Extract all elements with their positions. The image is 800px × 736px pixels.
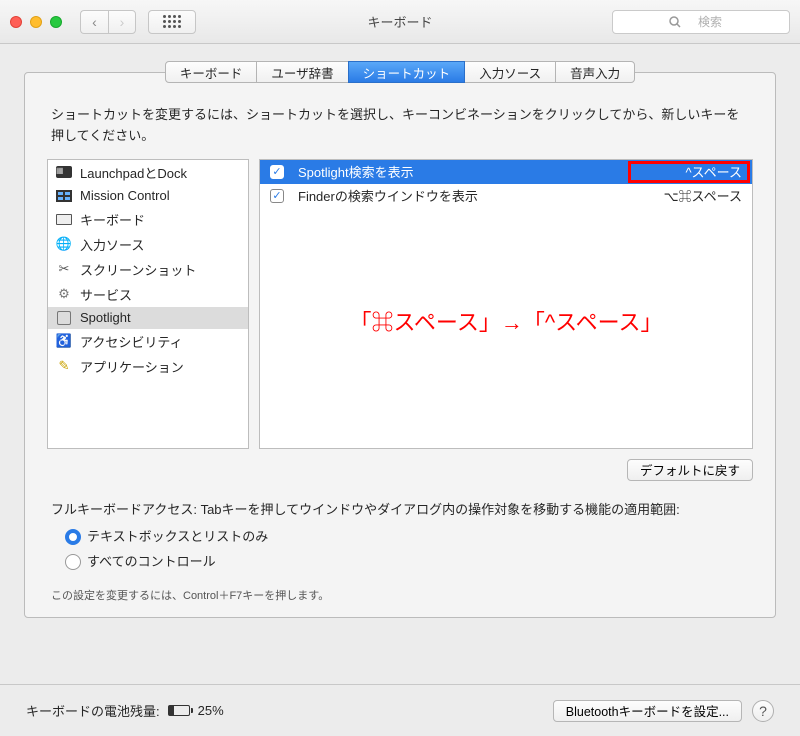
category-list[interactable]: ▦ LaunchpadとDock Mission Control キーボード 🌐 入…	[47, 159, 249, 449]
category-accessibility[interactable]: ♿ アクセシビリティ	[48, 329, 248, 354]
tab-bar: キーボード ユーザ辞書 ショートカット 入力ソース 音声入力	[25, 61, 775, 83]
spotlight-icon	[57, 311, 71, 325]
show-all-button[interactable]	[148, 10, 196, 34]
category-mission[interactable]: Mission Control	[48, 185, 248, 207]
restore-defaults-button[interactable]: デフォルトに戻す	[627, 459, 753, 481]
shortcut-keys[interactable]: ⌥⌘スペース	[654, 186, 742, 205]
description-text: ショートカットを変更するには、ショートカットを選択し、キーコンビネーションをクリ…	[25, 83, 775, 159]
kb-access-section: フルキーボードアクセス: Tabキーを押してウインドウやダイアログ内の操作対象を…	[25, 481, 775, 583]
battery-percent: 25%	[198, 703, 224, 718]
input-icon: 🌐	[56, 236, 72, 252]
radio-button[interactable]	[65, 529, 81, 545]
tab-keyboard[interactable]: キーボード	[165, 61, 258, 83]
close-icon[interactable]	[10, 16, 22, 28]
mission-icon	[56, 190, 72, 202]
accessibility-icon: ♿	[56, 333, 72, 349]
category-services[interactable]: ⚙ サービス	[48, 282, 248, 307]
category-keyboard[interactable]: キーボード	[48, 207, 248, 232]
keyboard-icon	[56, 214, 72, 225]
back-button[interactable]: ‹	[80, 10, 108, 34]
category-app[interactable]: ✎ アプリケーション	[48, 354, 248, 379]
footer: キーボードの電池残量: 25% Bluetoothキーボードを設定... ?	[0, 684, 800, 736]
category-label: Mission Control	[80, 188, 170, 203]
restore-row: デフォルトに戻す	[25, 449, 775, 481]
shortcut-label: Spotlight検索を表示	[298, 162, 675, 181]
shortcut-row[interactable]: ✓ Finderの検索ウインドウを表示 ⌥⌘スペース	[260, 184, 752, 208]
main-panel: キーボード ユーザ辞書 ショートカット 入力ソース 音声入力 ショートカットを変…	[24, 72, 776, 618]
forward-button[interactable]: ›	[108, 10, 136, 34]
tab-dictation[interactable]: 音声入力	[555, 61, 635, 83]
category-screenshot[interactable]: ✂ スクリーンショット	[48, 257, 248, 282]
category-label: スクリーンショット	[80, 260, 196, 279]
nav-buttons: ‹ ›	[80, 10, 136, 34]
battery-status: キーボードの電池残量: 25%	[26, 701, 224, 720]
tab-userdict[interactable]: ユーザ辞書	[256, 61, 348, 83]
category-label: Spotlight	[80, 310, 131, 325]
battery-icon	[168, 705, 190, 716]
checkbox[interactable]: ✓	[270, 165, 284, 179]
help-button[interactable]: ?	[752, 700, 774, 722]
app-icon: ✎	[56, 358, 72, 374]
shortcut-label: Finderの検索ウインドウを表示	[298, 186, 654, 205]
radio-button[interactable]	[65, 554, 81, 570]
category-label: アプリケーション	[80, 357, 184, 376]
zoom-icon[interactable]	[50, 16, 62, 28]
kb-access-hint: この設定を変更するには、Control＋F7キーを押します。	[25, 583, 775, 603]
screenshot-icon: ✂	[56, 261, 72, 277]
kb-access-label: フルキーボードアクセス: Tabキーを押してウインドウやダイアログ内の操作対象を…	[51, 499, 749, 520]
shortcut-list[interactable]: ✓ Spotlight検索を表示 ^スペース ✓ Finderの検索ウインドウを…	[259, 159, 753, 449]
annotation-text: 「⌘スペース」→「^スペース」	[260, 305, 752, 337]
category-input[interactable]: 🌐 入力ソース	[48, 232, 248, 257]
radio-allcontrols[interactable]: すべてのコントロール	[65, 551, 749, 572]
category-label: 入力ソース	[80, 235, 144, 254]
window-controls	[10, 16, 62, 28]
split-view: ▦ LaunchpadとDock Mission Control キーボード 🌐 入…	[25, 159, 775, 449]
radio-label: すべてのコントロール	[87, 551, 216, 572]
category-launchpad[interactable]: ▦ LaunchpadとDock	[48, 160, 248, 185]
radio-group: テキストボックスとリストのみ すべてのコントロール	[51, 526, 749, 573]
category-label: アクセシビリティ	[80, 332, 183, 351]
minimize-icon[interactable]	[30, 16, 42, 28]
search-input[interactable]	[612, 10, 790, 34]
category-label: キーボード	[80, 210, 145, 229]
checkbox[interactable]: ✓	[270, 189, 284, 203]
battery-label-text: キーボードの電池残量:	[26, 701, 160, 720]
category-spotlight[interactable]: Spotlight	[48, 307, 248, 329]
radio-textboxes[interactable]: テキストボックスとリストのみ	[65, 526, 749, 547]
window-title: キーボード	[367, 12, 432, 31]
category-label: LaunchpadとDock	[80, 163, 187, 182]
category-label: サービス	[80, 285, 132, 304]
tab-shortcuts[interactable]: ショートカット	[348, 61, 466, 83]
tab-inputsources[interactable]: 入力ソース	[464, 61, 556, 83]
radio-label: テキストボックスとリストのみ	[87, 526, 268, 547]
titlebar: ‹ › キーボード	[0, 0, 800, 44]
search-wrap	[612, 10, 790, 34]
bluetooth-setup-button[interactable]: Bluetoothキーボードを設定...	[553, 700, 742, 722]
launchpad-icon: ▦	[56, 166, 72, 178]
grid-icon	[163, 15, 181, 28]
footer-right: Bluetoothキーボードを設定... ?	[553, 700, 774, 722]
annotation-highlight	[628, 161, 750, 183]
gear-icon: ⚙	[56, 286, 72, 302]
